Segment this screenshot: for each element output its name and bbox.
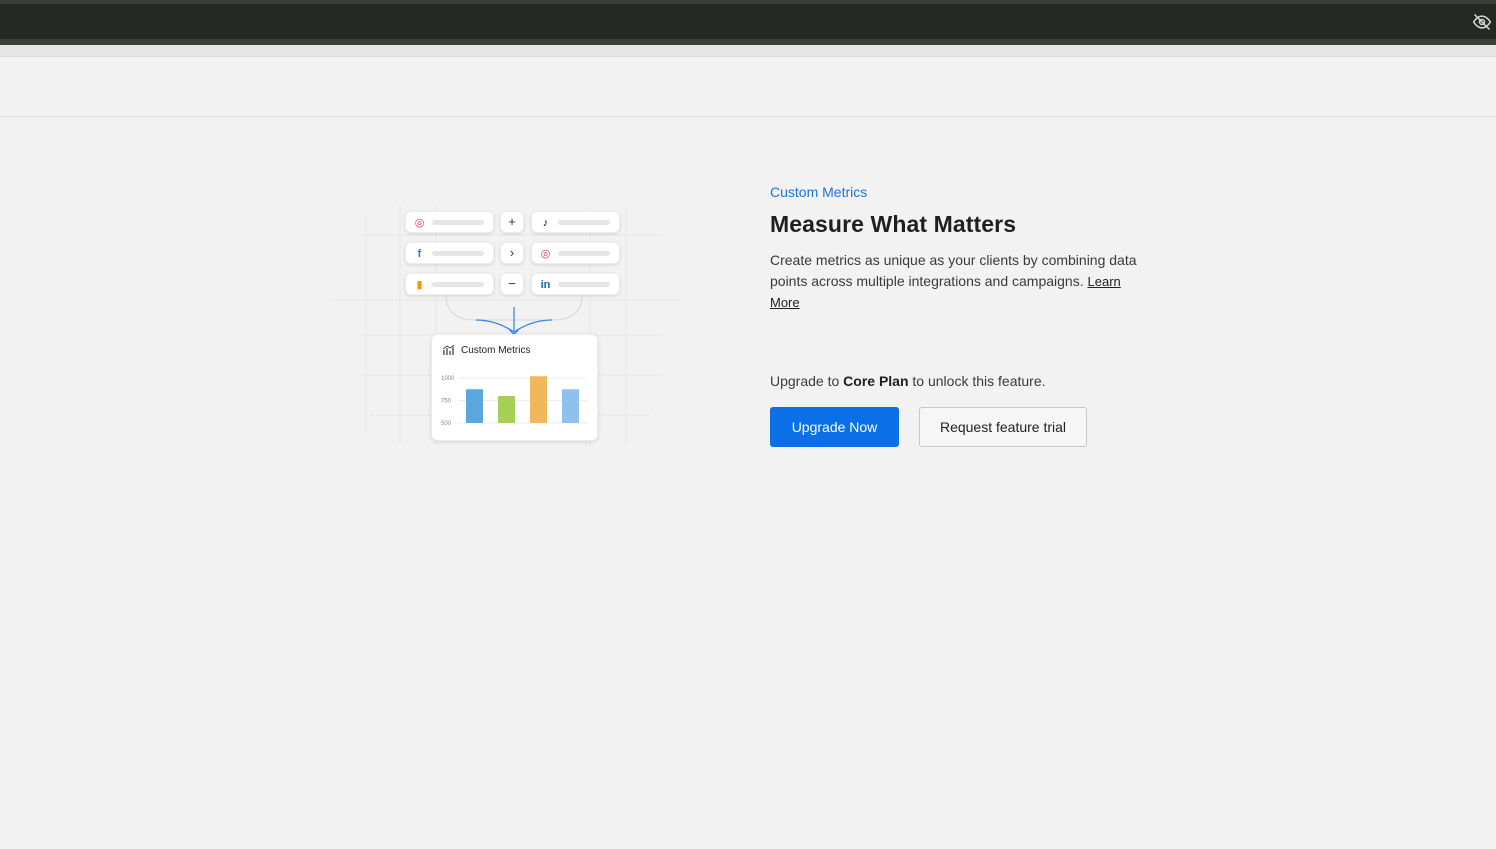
feature-panel: Custom Metrics Measure What Matters Crea… — [770, 183, 1170, 313]
source-card-instagram: ◎ — [405, 211, 494, 233]
instagram-icon: ◎ — [414, 217, 425, 229]
chevron-operator: › — [500, 242, 524, 264]
upgrade-now-button[interactable]: Upgrade Now — [770, 407, 899, 447]
chart-bar — [562, 389, 579, 423]
eye-off-icon[interactable] — [1472, 12, 1492, 32]
source-card-linkedin: in — [531, 273, 620, 295]
sub-bar — [0, 45, 1496, 57]
minus-operator: − — [500, 273, 524, 295]
upgrade-suffix: to unlock this feature. — [912, 373, 1046, 389]
tiktok-icon: ♪ — [542, 216, 549, 229]
custom-metrics-card: Custom Metrics 1000 750 500 — [431, 334, 598, 441]
source-card-facebook: f — [405, 242, 494, 264]
instagram-icon: ◎ — [540, 248, 551, 260]
chart-tick-label: 750 — [441, 399, 452, 405]
chart-bar — [498, 396, 515, 423]
chart-bar — [530, 376, 547, 423]
page-title: Measure What Matters — [770, 211, 1017, 237]
upgrade-message: Upgrade to Core Plan to unlock this feat… — [770, 372, 1046, 390]
upgrade-prefix: Upgrade to — [770, 373, 840, 389]
custom-metrics-illustration: ◎ f ▮ + › − ♪ ◎ in Custom Metrics 1000 75… — [330, 195, 682, 455]
header-divider — [0, 116, 1496, 117]
chart-bar — [466, 389, 483, 423]
description-text: Create metrics as unique as your clients… — [770, 252, 1137, 289]
feature-description: Create metrics as unique as your clients… — [770, 250, 1150, 313]
source-card-instagram-2: ◎ — [531, 242, 620, 264]
source-card-analytics: ▮ — [405, 273, 494, 295]
request-trial-button[interactable]: Request feature trial — [919, 407, 1087, 447]
linkedin-icon: in — [540, 278, 551, 291]
plan-name: Core Plan — [843, 373, 909, 389]
feature-eyebrow: Custom Metrics — [770, 184, 868, 200]
source-card-tiktok: ♪ — [531, 211, 620, 233]
chart-tick-label: 500 — [441, 421, 452, 427]
facebook-icon: f — [417, 247, 422, 260]
analytics-icon: ▮ — [416, 279, 423, 291]
custom-metrics-chart: 1000 750 500 — [441, 376, 587, 427]
plus-operator: + — [500, 211, 524, 233]
chart-tick-label: 1000 — [441, 376, 455, 382]
top-bar — [0, 0, 1496, 45]
